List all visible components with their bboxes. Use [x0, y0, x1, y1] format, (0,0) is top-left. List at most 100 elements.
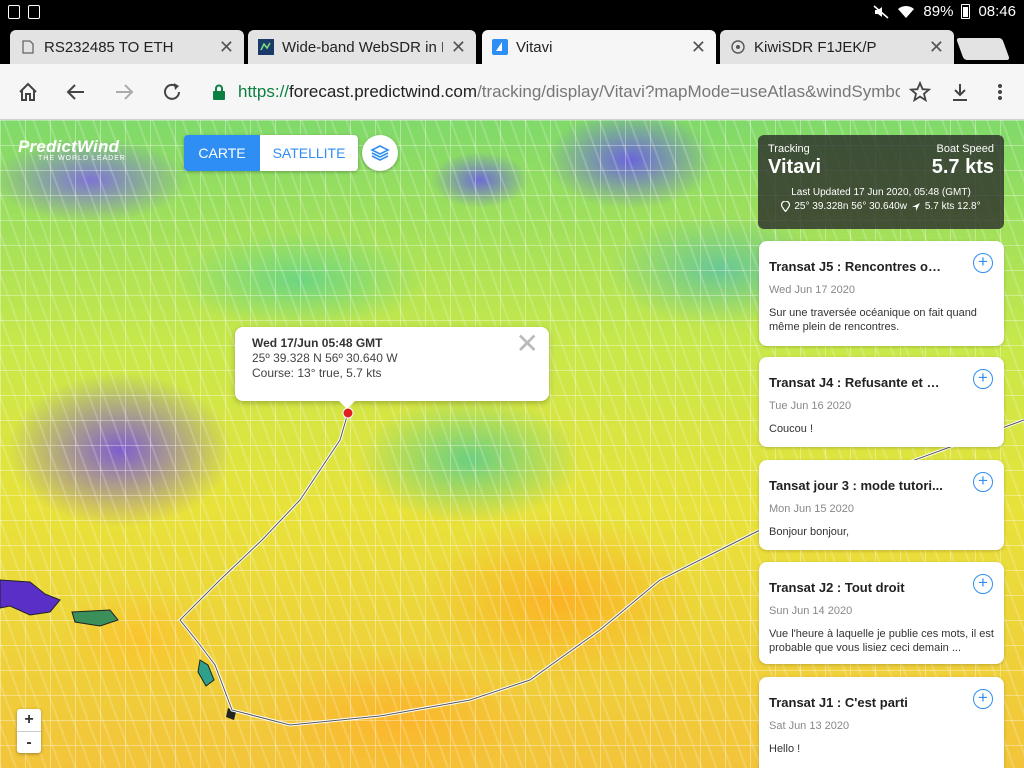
close-icon[interactable]: ✕ — [219, 38, 234, 56]
post-date: Tue Jun 16 2020 — [769, 400, 852, 412]
boat-speed-value: 5.7 kts — [931, 156, 994, 178]
battery-percent: 89% — [923, 3, 954, 20]
reload-button[interactable] — [158, 78, 186, 106]
post-card[interactable]: Transat J2 : Tout droit Sun Jun 14 2020 … — [759, 562, 1004, 664]
post-date: Wed Jun 17 2020 — [769, 284, 856, 296]
tracking-panel: Tracking Boat Speed Vitavi 5.7 kts Last … — [758, 135, 1004, 229]
last-updated: Last Updated 17 Jun 2020, 05:48 (GMT) — [791, 187, 971, 198]
url-host: forecast.predictwind.com — [289, 82, 478, 101]
expand-plus-icon[interactable]: + — [973, 574, 993, 594]
carte-button[interactable]: CARTE — [184, 135, 260, 171]
home-icon — [19, 82, 37, 101]
back-button[interactable] — [62, 78, 90, 106]
home-button[interactable] — [14, 78, 42, 106]
popup-title: Wed 17/Jun 05:48 GMT — [252, 336, 383, 350]
tab-title: Vitavi — [516, 38, 553, 56]
boat-speed-label: Boat Speed — [936, 143, 995, 155]
navigation-arrow-icon — [911, 202, 920, 211]
popup-course: Course: 13° true, 5.7 kts — [252, 366, 382, 380]
zoom-in-button[interactable]: + — [17, 709, 41, 731]
popup-position: 25º 39.328 N 56º 30.640 W — [252, 351, 398, 365]
status-bar: 89% 08:46 — [0, 0, 1024, 26]
reload-icon — [164, 83, 180, 100]
boat-position-marker[interactable] — [342, 407, 354, 419]
satellite-button[interactable]: SATELLITE — [260, 135, 358, 171]
mute-icon — [873, 4, 889, 19]
close-icon[interactable]: ✕ — [451, 38, 466, 56]
post-card[interactable]: Transat J5 : Rencontres oc... Wed Jun 17… — [759, 241, 1004, 346]
tab-title: Wide-band WebSDR in Ensc — [282, 38, 443, 56]
post-body: Sur une traversée océanique on fait quan… — [769, 307, 977, 333]
wind-map[interactable]: PredictWind THE WORLD LEADER CARTE SATEL… — [0, 120, 1024, 768]
post-card[interactable]: Transat J1 : C'est parti Sat Jun 13 2020… — [759, 677, 1004, 768]
post-body: Hello ! — [769, 743, 801, 755]
island-puerto-rico — [71, 609, 119, 627]
predictwind-logo: PredictWind THE WORLD LEADER — [18, 137, 126, 162]
menu-button[interactable] — [986, 78, 1014, 106]
websdr-icon — [258, 39, 274, 55]
layers-button[interactable] — [362, 135, 398, 171]
tracking-label: Tracking — [768, 143, 810, 155]
post-title: Transat J5 : Rencontres oc... — [769, 259, 944, 274]
clock: 08:46 — [978, 3, 1016, 20]
tab-title: RS232485 TO ETH — [44, 38, 174, 56]
post-body: Bonjour bonjour, — [769, 526, 850, 538]
battery-icon — [961, 4, 971, 19]
post-card[interactable]: Tansat jour 3 : mode tutori... Mon Jun 1… — [759, 460, 1004, 550]
tracking-position: 25° 39.328n 56° 30.640w — [794, 201, 907, 212]
lock-icon — [212, 84, 226, 100]
forward-button[interactable] — [110, 78, 138, 106]
post-card[interactable]: Transat J4 : Refusante et H... Tue Jun 1… — [759, 357, 1004, 447]
post-body: Coucou ! — [769, 423, 814, 435]
tab-strip: RS232485 TO ETH ✕ Wide-band WebSDR in En… — [0, 26, 1024, 64]
predictwind-icon — [492, 39, 508, 55]
zoom-out-button[interactable]: - — [17, 731, 41, 753]
page-icon — [20, 39, 36, 55]
boat-name: Vitavi — [768, 156, 821, 178]
more-vert-icon — [998, 84, 1002, 100]
tab-vitavi[interactable]: Vitavi ✕ — [482, 30, 716, 64]
url-bar[interactable]: https://forecast.predictwind.com/trackin… — [200, 74, 900, 110]
browser-toolbar: https://forecast.predictwind.com/trackin… — [0, 64, 1024, 120]
tab-kiwisdr[interactable]: KiwiSDR F1JEK/P ✕ — [720, 30, 954, 64]
close-icon[interactable]: ✕ — [516, 330, 539, 358]
star-icon — [909, 81, 931, 103]
expand-plus-icon[interactable]: + — [973, 253, 993, 273]
island-hispaniola — [0, 579, 61, 616]
tab-websdr[interactable]: Wide-band WebSDR in Ensc ✕ — [248, 30, 476, 64]
post-date: Sat Jun 13 2020 — [769, 720, 850, 732]
url-path: /tracking/display/Vitavi?mapMode=useAtla… — [477, 82, 900, 101]
expand-plus-icon[interactable]: + — [973, 472, 993, 492]
map-mode-toggle: CARTE SATELLITE — [184, 135, 358, 171]
close-icon[interactable]: ✕ — [691, 38, 706, 56]
logo-name: PredictWind — [18, 137, 120, 156]
tab-rs232485[interactable]: RS232485 TO ETH ✕ — [10, 30, 244, 64]
new-tab-button[interactable] — [955, 38, 1011, 60]
post-title: Transat J2 : Tout droit — [769, 580, 905, 595]
tracking-speed-course: 5.7 kts 12.8° — [924, 201, 981, 212]
kiwi-icon — [730, 39, 746, 55]
notification-icon — [8, 5, 20, 19]
post-body: Vue l'heure à laquelle je publie ces mot… — [769, 628, 994, 654]
tab-title: KiwiSDR F1JEK/P — [754, 38, 877, 56]
layers-icon — [370, 145, 390, 161]
image-notification-icon — [28, 5, 40, 19]
download-icon — [953, 84, 967, 101]
download-button[interactable] — [946, 78, 974, 106]
close-icon[interactable]: ✕ — [929, 38, 944, 56]
post-date: Mon Jun 15 2020 — [769, 503, 855, 515]
post-title: Tansat jour 3 : mode tutori... — [769, 478, 943, 493]
post-title: Transat J1 : C'est parti — [769, 695, 908, 710]
wifi-icon — [898, 5, 915, 18]
url-scheme: https:// — [238, 82, 290, 101]
expand-plus-icon[interactable]: + — [973, 689, 993, 709]
expand-plus-icon[interactable]: + — [973, 369, 993, 389]
post-title: Transat J4 : Refusante et H... — [769, 375, 944, 390]
island-lesser-antilles — [197, 659, 215, 687]
bookmark-button[interactable] — [906, 78, 934, 106]
forward-arrow-icon — [116, 84, 134, 100]
back-arrow-icon — [66, 84, 84, 100]
location-pin-icon — [781, 201, 791, 212]
logo-tagline: THE WORLD LEADER — [38, 155, 126, 162]
post-date: Sun Jun 14 2020 — [769, 605, 853, 617]
